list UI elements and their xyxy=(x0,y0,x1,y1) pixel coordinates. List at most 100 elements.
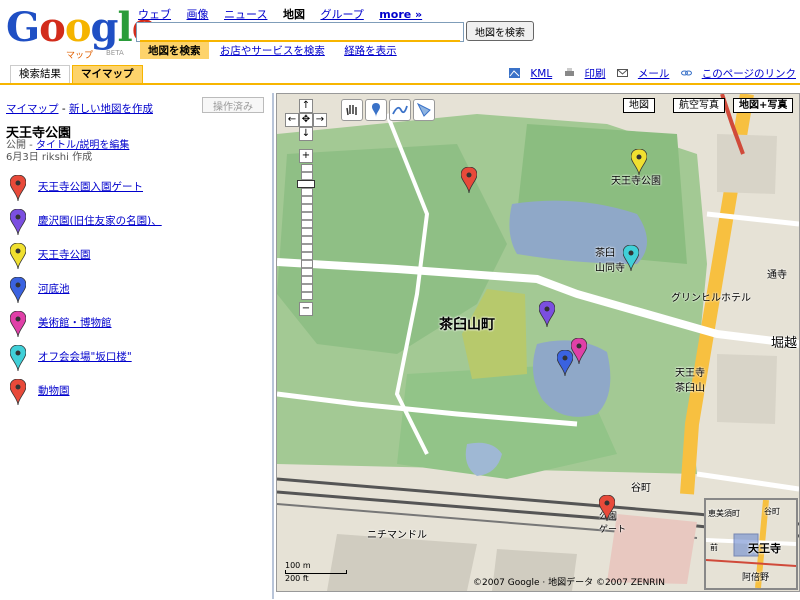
date-author: 6月3日 rikshi 作成 xyxy=(6,152,93,163)
search-input[interactable] xyxy=(136,22,464,42)
draw-line-icon[interactable] xyxy=(389,99,411,121)
placemark-icon xyxy=(10,277,26,303)
edit-button[interactable]: 操作済み xyxy=(202,97,264,113)
map-canvas[interactable]: 天王寺公園 茶臼 山同寺 グリンヒルホテル 茶臼山町 天王寺 茶臼山 ニチマンド… xyxy=(276,93,800,592)
pan-right-icon[interactable]: → xyxy=(313,113,327,127)
map-type-map[interactable]: 地図 xyxy=(623,98,655,113)
placemark-icon xyxy=(10,175,26,201)
pan-up-icon[interactable]: ↑ xyxy=(299,99,313,113)
place-item[interactable]: 天王寺公園 xyxy=(8,243,268,269)
tab-search-map[interactable]: 地図を検索 xyxy=(140,42,209,59)
place-link[interactable]: 美術館・博物館 xyxy=(38,315,112,330)
map-pin-keitakuen[interactable] xyxy=(539,301,555,327)
label-horikoshi: 堀越 xyxy=(771,336,798,351)
print-label: 印刷 xyxy=(584,68,606,80)
search-mode-tabs: 地図を検索 お店やサービスを検索 経路を表示 xyxy=(140,40,460,59)
mail-label: メール xyxy=(637,68,670,80)
page-link-label: このページのリンク xyxy=(701,68,796,80)
zoom-in-icon[interactable]: + xyxy=(299,149,313,163)
add-placemark-icon[interactable] xyxy=(365,99,387,121)
kml-label: KML xyxy=(530,68,553,80)
place-item[interactable]: 美術館・博物館 xyxy=(8,311,268,337)
mail-link[interactable]: メール xyxy=(616,68,670,80)
hand-tool-icon[interactable] xyxy=(341,99,363,121)
breadcrumb: マイマップ - 新しい地図を作成 xyxy=(6,101,153,116)
edit-title-link[interactable]: タイトル/説明を編集 xyxy=(36,140,129,151)
map-pin-gate[interactable] xyxy=(461,167,477,193)
result-tabs-bar: 検索結果 マイマップ KML 印刷 メール このページのリンク xyxy=(0,63,800,85)
nav-images[interactable]: 画像 xyxy=(187,8,209,21)
print-icon xyxy=(564,68,574,76)
draw-shape-icon[interactable] xyxy=(413,99,435,121)
map-links: KML 印刷 メール このページのリンク xyxy=(501,66,796,81)
place-item[interactable]: 河底池 xyxy=(8,277,268,303)
place-link[interactable]: 天王寺公園入園ゲート xyxy=(38,179,143,194)
kml-link[interactable]: KML xyxy=(509,68,552,80)
overview-label-tennoji: 天王寺 xyxy=(748,542,781,555)
map-pin-offline-meeting[interactable] xyxy=(623,245,639,271)
logo-beta: BETA xyxy=(106,49,124,57)
my-maps-link[interactable]: マイマップ xyxy=(6,103,59,115)
nav-web[interactable]: ウェブ xyxy=(138,8,171,21)
zoom-slider-handle[interactable] xyxy=(297,180,315,188)
pan-reset-icon[interactable]: ✥ xyxy=(299,113,313,127)
map-pin-museum[interactable] xyxy=(571,338,587,364)
new-map-link[interactable]: 新しい地図を作成 xyxy=(69,103,153,115)
map-type-satellite[interactable]: 航空写真 xyxy=(673,98,725,113)
tab-my-maps[interactable]: マイマップ xyxy=(72,65,143,83)
place-link[interactable]: オフ会会場"坂口楼" xyxy=(38,349,132,364)
overview-label-tanimachi: 谷町 xyxy=(764,507,780,516)
top-navigation: ウェブ 画像 ニュース 地図 グループ more » xyxy=(138,6,434,22)
visibility-status: 公開 xyxy=(6,140,26,151)
overview-label-ebisu: 恵美須町 xyxy=(708,509,740,518)
map-type-hybrid[interactable]: 地図+写真 xyxy=(733,98,794,113)
page-link[interactable]: このページのリンク xyxy=(680,68,796,80)
map-meta: 公開 - タイトル/説明を編集 6月3日 rikshi 作成 xyxy=(6,140,130,163)
overview-map[interactable]: 恵美須町 天王寺 前 阿倍野 谷町 xyxy=(704,498,798,590)
scale-imperial: 200 ft xyxy=(285,574,309,583)
place-link[interactable]: 動物園 xyxy=(38,383,70,398)
map-pin-park[interactable] xyxy=(631,149,647,175)
nav-more[interactable]: more » xyxy=(379,8,422,21)
place-item[interactable]: 動物園 xyxy=(8,379,268,405)
tab-search-results[interactable]: 検索結果 xyxy=(10,65,70,83)
place-item[interactable]: オフ会会場"坂口楼" xyxy=(8,345,268,371)
nav-news[interactable]: ニュース xyxy=(224,8,267,21)
place-link[interactable]: 天王寺公園 xyxy=(38,247,91,262)
kml-icon xyxy=(509,68,521,78)
logo-wordmark: Google xyxy=(6,4,157,51)
sidebar-divider[interactable] xyxy=(272,93,274,599)
pan-down-icon[interactable]: ↓ xyxy=(299,127,313,141)
place-item[interactable]: 天王寺公園入園ゲート xyxy=(8,175,268,201)
map-copyright: ©2007 Google · 地図データ ©2007 ZENRIN xyxy=(473,578,665,588)
map-pin-zoo[interactable] xyxy=(599,495,615,521)
google-maps-logo[interactable]: Google マップ BETA xyxy=(6,4,157,62)
sidebar: マイマップ - 新しい地図を作成 操作済み 天王寺公園 公開 - タイトル/説明… xyxy=(0,93,272,598)
pan-left-icon[interactable]: ← xyxy=(285,113,299,127)
overview-label-abeno: 阿倍野 xyxy=(742,573,770,583)
scale-metric: 100 m xyxy=(285,561,311,570)
label-sakaiguchi: 茶臼 山同寺 xyxy=(595,248,625,274)
place-link[interactable]: 河底池 xyxy=(38,281,70,296)
place-link[interactable]: 慶沢園(旧住友家の名園)、 xyxy=(38,213,162,228)
placemark-icon xyxy=(10,209,26,235)
label-tanimachi: 谷町 xyxy=(631,483,651,494)
label-tennoji: 天王寺 茶臼山 xyxy=(675,368,705,394)
map-title: 天王寺公園 xyxy=(6,126,72,141)
placemark-icon xyxy=(10,379,26,405)
search-maps-button[interactable]: 地図を検索 xyxy=(466,21,534,41)
place-item[interactable]: 慶沢園(旧住友家の名園)、 xyxy=(8,209,268,235)
zoom-out-icon[interactable]: − xyxy=(299,302,313,316)
label-hotel: グリンヒルホテル xyxy=(671,293,751,304)
nav-groups[interactable]: グループ xyxy=(320,8,363,21)
tab-search-business[interactable]: お店やサービスを検索 xyxy=(212,42,333,59)
placemark-icon xyxy=(10,311,26,337)
label-nichimanto: ニチマンドル xyxy=(367,530,427,541)
breadcrumb-separator: - xyxy=(61,103,66,115)
map-pin-pond[interactable] xyxy=(557,350,573,376)
nav-maps: 地図 xyxy=(282,8,305,21)
placemark-icon xyxy=(10,345,26,371)
tab-directions[interactable]: 経路を表示 xyxy=(336,42,405,59)
print-link[interactable]: 印刷 xyxy=(564,68,606,80)
mail-icon xyxy=(616,69,628,77)
